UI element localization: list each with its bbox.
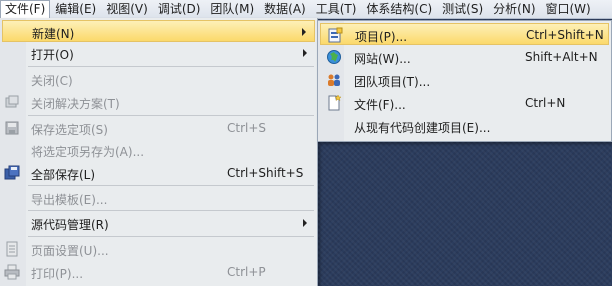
menu-item-shortcut: Ctrl+S xyxy=(227,121,267,135)
menu-item-shortcut: Ctrl+Shift+S xyxy=(227,166,304,180)
project-icon xyxy=(327,27,343,43)
globe-icon xyxy=(326,49,342,65)
file-menu-dropdown: 新建(N) 打开(O) 关闭(C) 关闭解决方案(T) 保存选定项(S) Ctr… xyxy=(0,18,318,286)
menu-item-label: 全部保存(L) xyxy=(31,168,96,182)
menu-tools[interactable]: 工具(T) xyxy=(311,0,362,18)
page-setup-icon xyxy=(4,241,20,257)
menu-item-label: 打印(P)... xyxy=(31,267,84,281)
menu-item-label: 新建(N) xyxy=(32,27,75,41)
menu-separator xyxy=(28,115,314,116)
menu-item-close-solution[interactable]: 关闭解决方案(T) xyxy=(2,91,315,113)
menu-item-label: 打开(O) xyxy=(31,48,74,62)
menu-item-close[interactable]: 关闭(C) xyxy=(2,68,315,90)
menu-item-label: 将选定项另存为(A)... xyxy=(31,145,145,159)
menu-item-label: 关闭解决方案(T) xyxy=(31,97,120,111)
menu-edit[interactable]: 编辑(E) xyxy=(50,0,101,18)
menu-item-label: 页面设置(U)... xyxy=(31,244,109,258)
submenu-item-website[interactable]: 网站(W)... Shift+Alt+N xyxy=(320,46,609,68)
menu-separator xyxy=(28,210,314,211)
menu-separator xyxy=(28,236,314,237)
submenu-item-file[interactable]: 文件(F)... Ctrl+N xyxy=(320,92,609,114)
menu-window[interactable]: 窗口(W) xyxy=(541,0,596,18)
menu-item-source-control[interactable]: 源代码管理(R) xyxy=(2,212,315,234)
menu-analyze[interactable]: 分析(N) xyxy=(488,0,540,18)
menu-item-shortcut: Ctrl+N xyxy=(525,96,566,110)
menu-item-page-setup[interactable]: 页面设置(U)... xyxy=(2,238,315,260)
menu-item-save-selected[interactable]: 保存选定项(S) Ctrl+S xyxy=(2,117,315,139)
submenu-item-team-project[interactable]: 团队项目(T)... xyxy=(320,69,609,91)
menu-item-label: 团队项目(T)... xyxy=(354,75,431,89)
menu-item-shortcut: Shift+Alt+N xyxy=(525,50,598,64)
menu-item-label: 项目(P)... xyxy=(355,30,408,44)
menu-data[interactable]: 数据(A) xyxy=(259,0,311,18)
menu-item-label: 网站(W)... xyxy=(354,52,411,66)
menu-team[interactable]: 团队(M) xyxy=(205,0,259,18)
submenu-arrow-icon xyxy=(303,49,307,57)
print-icon xyxy=(4,264,20,280)
menu-file[interactable]: 文件(F) xyxy=(0,0,51,18)
menu-item-open[interactable]: 打开(O) xyxy=(2,42,315,64)
menu-separator xyxy=(28,185,314,186)
submenu-arrow-icon xyxy=(302,28,306,36)
new-file-icon xyxy=(326,94,342,111)
menu-item-label: 源代码管理(R) xyxy=(31,218,109,232)
menu-item-shortcut: Ctrl+Shift+N xyxy=(526,28,604,42)
menu-architecture[interactable]: 体系结构(C) xyxy=(361,0,437,18)
menu-test[interactable]: 测试(S) xyxy=(437,0,488,18)
submenu-item-from-existing-code[interactable]: 从现有代码创建项目(E)... xyxy=(320,115,609,137)
save-all-icon xyxy=(4,165,20,181)
menu-item-label: 从现有代码创建项目(E)... xyxy=(354,121,491,135)
menu-item-export-template[interactable]: 导出模板(E)... xyxy=(2,187,315,209)
menu-bar: 文件(F) 编辑(E) 视图(V) 调试(D) 团队(M) 数据(A) 工具(T… xyxy=(0,0,612,19)
menu-item-label: 关闭(C) xyxy=(31,74,73,88)
new-submenu: 项目(P)... Ctrl+Shift+N 网站(W)... Shift+Alt… xyxy=(317,20,612,142)
menu-item-shortcut: Ctrl+P xyxy=(227,265,266,279)
menu-item-label: 导出模板(E)... xyxy=(31,193,108,207)
menu-item-save-as[interactable]: 将选定项另存为(A)... xyxy=(2,139,315,161)
menu-item-save-all[interactable]: 全部保存(L) Ctrl+Shift+S xyxy=(2,162,315,184)
menu-item-print[interactable]: 打印(P)... Ctrl+P xyxy=(2,261,315,283)
menu-separator xyxy=(28,66,314,67)
save-icon xyxy=(4,120,20,136)
team-project-icon xyxy=(326,72,342,88)
submenu-item-project[interactable]: 项目(P)... Ctrl+Shift+N xyxy=(320,23,609,45)
menu-item-label: 保存选定项(S) xyxy=(31,123,108,137)
menu-item-new[interactable]: 新建(N) xyxy=(2,20,315,42)
menu-view[interactable]: 视图(V) xyxy=(101,0,153,18)
menu-item-label: 文件(F)... xyxy=(354,98,406,112)
submenu-arrow-icon xyxy=(303,219,307,227)
menu-debug[interactable]: 调试(D) xyxy=(153,0,206,18)
solution-icon xyxy=(4,94,20,110)
